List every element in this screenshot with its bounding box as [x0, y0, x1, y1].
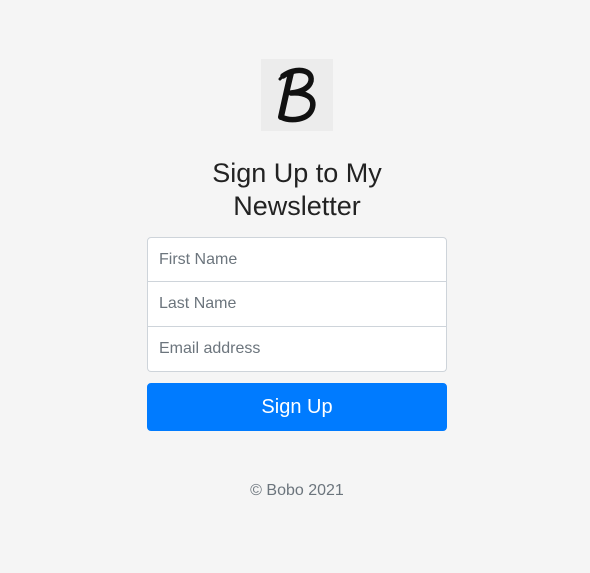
first-name-input[interactable]: [147, 237, 447, 282]
page-title-line1: Sign Up to My: [212, 158, 382, 188]
email-input[interactable]: [147, 327, 447, 372]
sign-up-button[interactable]: Sign Up: [147, 383, 447, 431]
copyright-text: © Bobo 2021: [250, 482, 344, 499]
logo: [261, 59, 333, 131]
page-title: Sign Up to My Newsletter: [147, 157, 447, 223]
page-title-line2: Newsletter: [233, 191, 361, 221]
last-name-input[interactable]: [147, 282, 447, 327]
brush-letter-b-logo-icon: [278, 67, 316, 123]
signup-form: [147, 237, 447, 372]
